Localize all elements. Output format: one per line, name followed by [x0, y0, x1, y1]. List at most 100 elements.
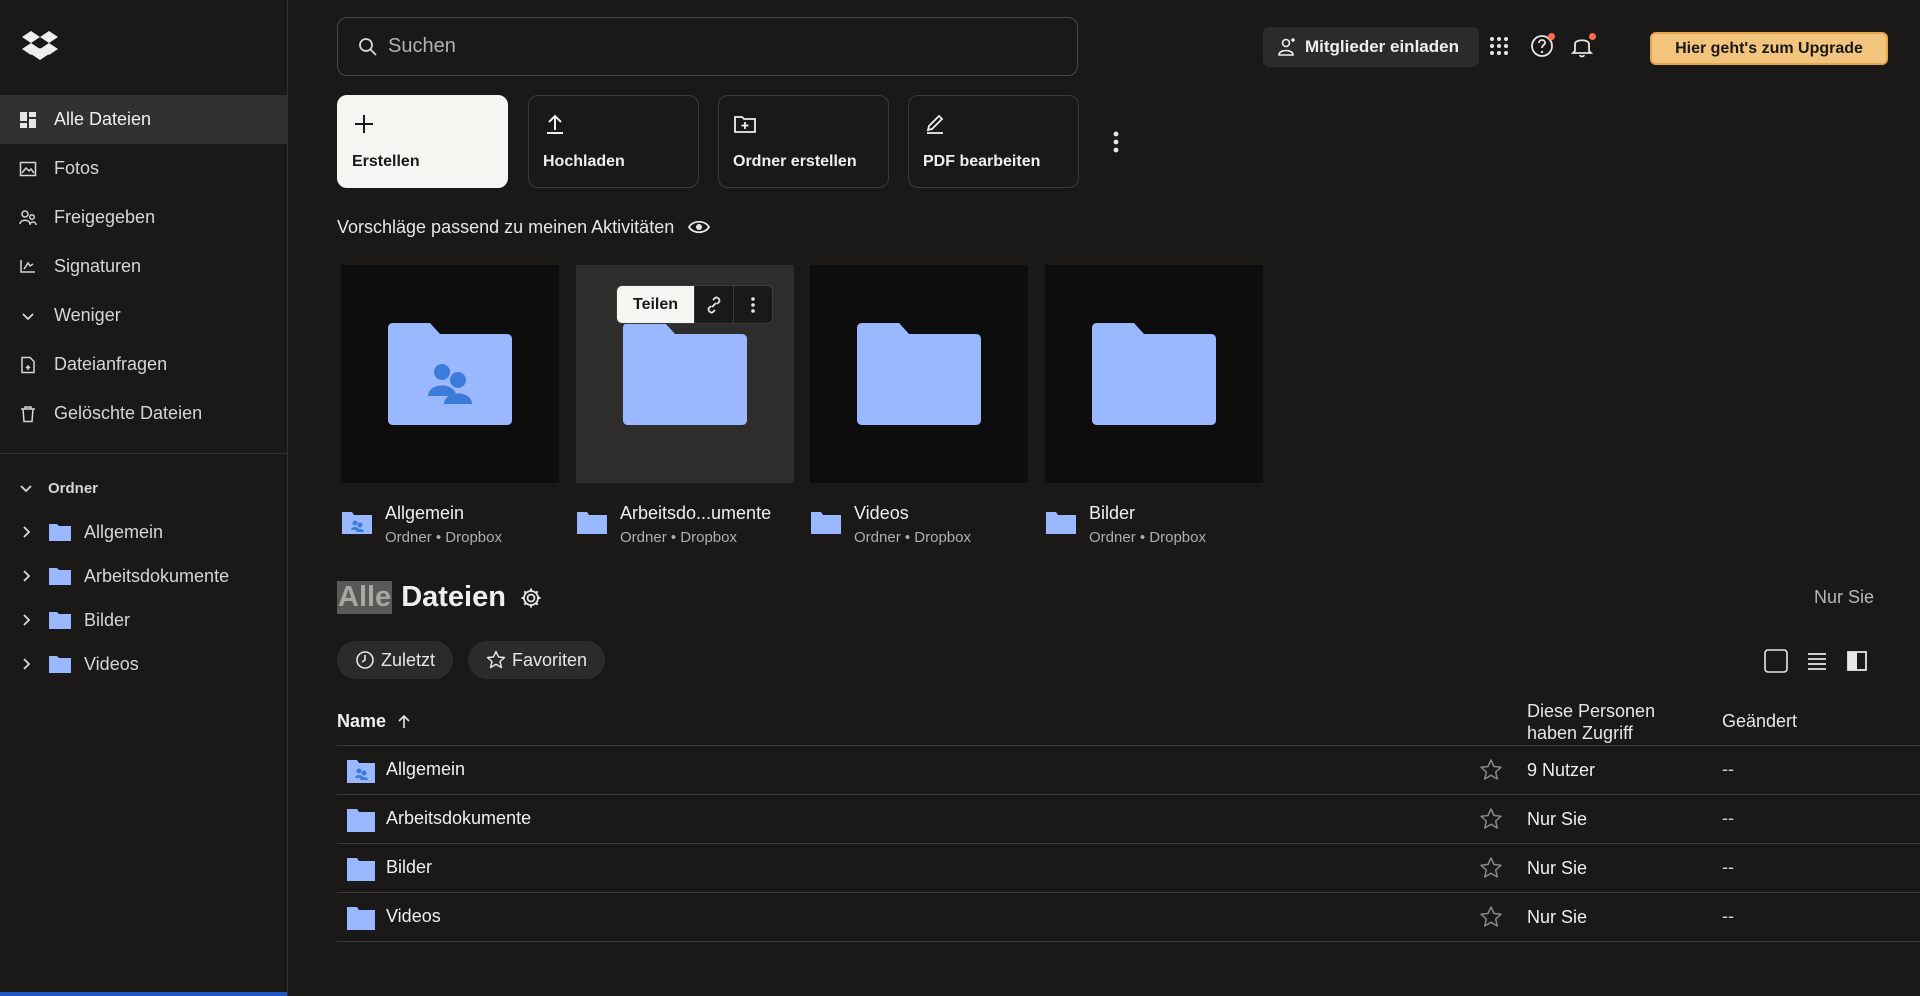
tree-item-arbeitsdokumente[interactable]: Arbeitsdokumente	[0, 554, 287, 598]
sidebar-item-all-files[interactable]: Alle Dateien	[0, 95, 287, 144]
sidebar-item-label: Signaturen	[54, 256, 142, 276]
file-request-icon	[18, 355, 38, 375]
folder-thumbnail[interactable]	[810, 265, 1028, 483]
apps-grid-icon[interactable]	[1486, 33, 1512, 59]
folder-tree-header[interactable]: Ordner	[0, 466, 287, 510]
tree-item-label: Arbeitsdokumente	[84, 565, 230, 586]
clock-icon	[356, 651, 374, 669]
upgrade-button[interactable]: Hier geht's zum Upgrade	[1650, 32, 1888, 65]
help-icon[interactable]	[1529, 33, 1555, 59]
info-panel-icon[interactable]	[1845, 649, 1869, 673]
sidebar-nav: Alle Dateien Fotos Freigegeben Signature…	[0, 95, 287, 438]
upload-label: Hochladen	[543, 153, 625, 170]
search-box[interactable]	[337, 17, 1078, 76]
upload-button[interactable]: Hochladen	[528, 95, 699, 188]
sidebar: Alle Dateien Fotos Freigegeben Signature…	[0, 0, 288, 996]
sidebar-item-label: Fotos	[54, 158, 100, 178]
column-header-name[interactable]: Name	[337, 711, 412, 732]
folder-icon	[577, 512, 607, 534]
suggestion-card[interactable]: Allgemein Ordner • Dropbox	[341, 265, 559, 546]
row-name[interactable]: Videos	[386, 906, 441, 927]
suggestion-name[interactable]: Bilder	[1089, 503, 1206, 524]
column-header-changed[interactable]: Geändert	[1722, 711, 1797, 732]
grid-view-icon[interactable]	[1764, 649, 1788, 673]
folder-thumbnail[interactable]	[1045, 265, 1263, 483]
sidebar-item-label: Freigegeben	[54, 207, 156, 227]
sidebar-item-label: Weniger	[54, 305, 121, 325]
sidebar-item-deleted-files[interactable]: Gelöschte Dateien	[0, 389, 287, 438]
suggestion-name[interactable]: Arbeitsdo...umente	[620, 503, 771, 524]
column-header-access-line1: Diese Personen	[1527, 701, 1656, 721]
search-input[interactable]	[388, 35, 988, 58]
share-button[interactable]: Teilen	[617, 286, 695, 323]
sidebar-item-less[interactable]: Weniger	[0, 291, 287, 340]
suggestion-card[interactable]: Videos Ordner • Dropbox	[810, 265, 1028, 546]
chevron-right-icon[interactable]	[18, 656, 34, 672]
trash-icon	[18, 404, 38, 424]
bell-icon[interactable]	[1569, 33, 1596, 59]
tree-item-bilder[interactable]: Bilder	[0, 598, 287, 642]
folder-icon	[49, 612, 71, 629]
table-row[interactable]: Arbeitsdokumente Nur Sie --	[337, 795, 1920, 844]
chevron-right-icon[interactable]	[18, 568, 34, 584]
star-icon[interactable]	[1479, 856, 1503, 880]
star-icon[interactable]	[1479, 905, 1503, 929]
copy-link-button[interactable]	[694, 286, 734, 323]
row-changed: --	[1722, 857, 1734, 877]
tree-item-videos[interactable]: Videos	[0, 642, 287, 686]
eye-icon[interactable]	[688, 216, 711, 238]
table-row[interactable]: Videos Nur Sie --	[337, 893, 1920, 942]
sidebar-item-file-requests[interactable]: Dateianfragen	[0, 340, 287, 389]
sidebar-item-label: Gelöschte Dateien	[54, 403, 203, 423]
edit-pdf-button[interactable]: PDF bearbeiten	[908, 95, 1079, 188]
folder-thumbnail[interactable]: Teilen	[576, 265, 794, 483]
sidebar-item-photos[interactable]: Fotos	[0, 144, 287, 193]
table-header: Name Diese Personen haben Zugriff Geände…	[337, 700, 1920, 746]
star-icon[interactable]	[1479, 758, 1503, 782]
folder-thumbnail[interactable]	[341, 265, 559, 483]
folder-tree: Ordner Allgemein Arbeitsdokumente Bilder…	[0, 466, 287, 686]
row-changed: --	[1722, 808, 1734, 828]
row-access: Nur Sie	[1527, 858, 1588, 878]
row-changed: --	[1722, 759, 1734, 779]
upgrade-label: Hier geht's zum Upgrade	[1675, 39, 1863, 57]
shared-icon	[18, 208, 38, 228]
plus-icon	[352, 112, 378, 138]
table-row[interactable]: Allgemein 9 Nutzer --	[337, 746, 1920, 795]
sidebar-divider	[0, 453, 287, 454]
shared-folder-icon	[342, 512, 372, 534]
row-name[interactable]: Bilder	[386, 857, 432, 878]
suggestion-card[interactable]: Teilen Arbeitsdo...umente Ordner • Dropb…	[576, 265, 794, 546]
suggestion-card[interactable]: Bilder Ordner • Dropbox	[1045, 265, 1263, 546]
table-row[interactable]: Bilder Nur Sie --	[337, 844, 1920, 893]
filter-favorites-chip[interactable]: Favoriten	[468, 641, 606, 679]
sidebar-item-shared[interactable]: Freigegeben	[0, 193, 287, 242]
sidebar-item-label: Dateianfragen	[54, 354, 168, 374]
edit-pdf-label: PDF bearbeiten	[923, 153, 1041, 170]
row-name[interactable]: Allgemein	[386, 759, 465, 780]
dropbox-logo-icon[interactable]	[22, 30, 58, 60]
row-name[interactable]: Arbeitsdokumente	[386, 808, 531, 829]
create-folder-button[interactable]: Ordner erstellen	[718, 95, 889, 188]
filter-recent-chip[interactable]: Zuletzt	[337, 641, 454, 679]
suggestion-name[interactable]: Allgemein	[385, 503, 502, 524]
more-actions-icon[interactable]	[1104, 128, 1128, 156]
column-header-access[interactable]: Diese Personen haben Zugriff	[1527, 700, 1655, 744]
suggestion-name[interactable]: Videos	[854, 503, 971, 524]
create-button[interactable]: Erstellen	[337, 95, 508, 188]
page-title: Alle Dateien	[337, 581, 542, 614]
chevron-down-icon	[20, 485, 32, 493]
list-view-icon[interactable]	[1805, 649, 1829, 673]
chevron-right-icon[interactable]	[18, 612, 34, 628]
tree-item-allgemein[interactable]: Allgemein	[0, 510, 287, 554]
more-options-button[interactable]	[733, 286, 773, 323]
star-icon[interactable]	[1479, 807, 1503, 831]
chevron-right-icon[interactable]	[18, 524, 34, 540]
suggestion-subtitle: Ordner • Dropbox	[620, 529, 737, 546]
gear-icon[interactable]	[520, 587, 542, 609]
chevron-down-icon	[18, 306, 38, 326]
column-header-name-label: Name	[337, 711, 387, 731]
invite-members-button[interactable]: Mitglieder einladen	[1263, 27, 1479, 67]
column-header-access-line2: haben Zugriff	[1527, 723, 1633, 743]
sidebar-item-signatures[interactable]: Signaturen	[0, 242, 287, 291]
